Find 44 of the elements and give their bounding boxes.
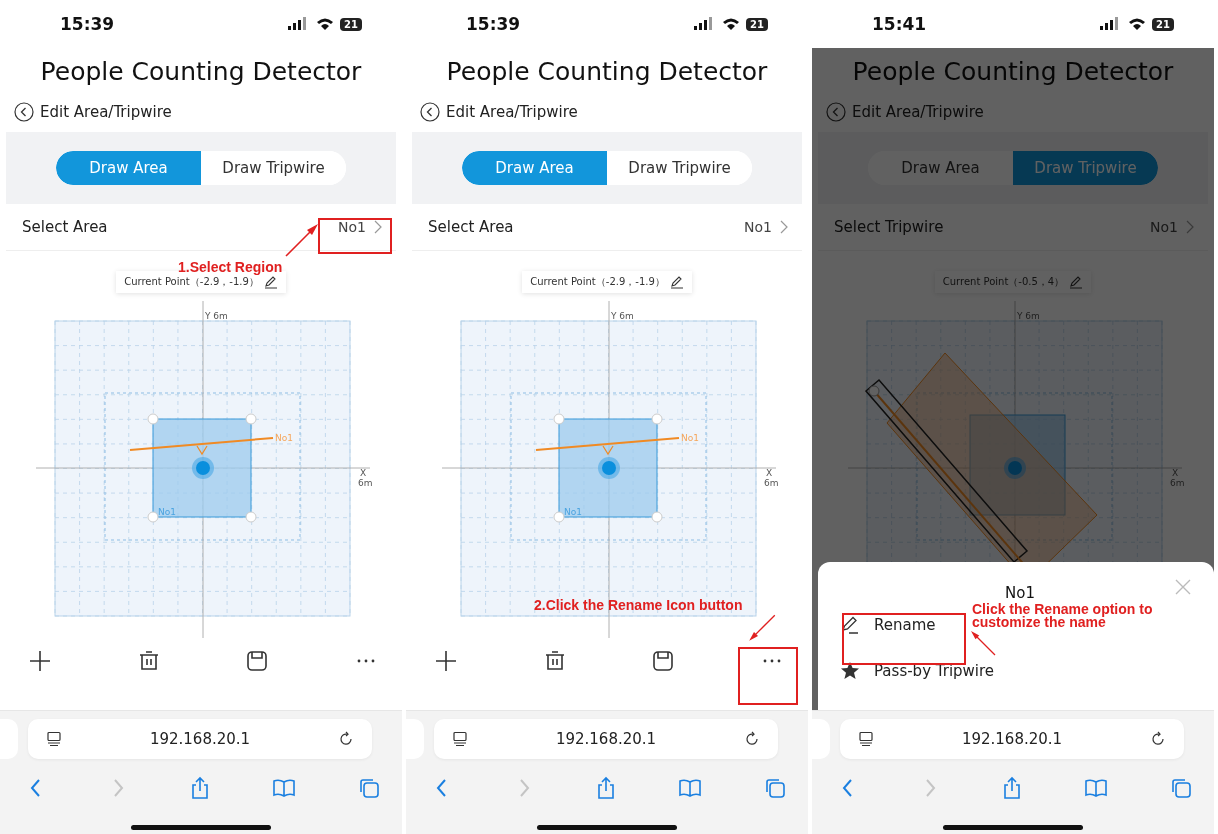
- current-point-text: Current Point（-0.5，4）: [942, 275, 1065, 289]
- x-axis-label: X: [360, 468, 367, 478]
- x-axis-label: X: [1172, 468, 1179, 478]
- page-title: People Counting Detector: [445, 56, 769, 88]
- select-label: Select Area: [22, 218, 108, 236]
- status-time: 15:39: [466, 14, 521, 34]
- tripwire-label: No1: [275, 433, 293, 443]
- status-time: 15:39: [60, 14, 115, 34]
- back-link[interactable]: Edit Area/Tripwire: [40, 103, 172, 121]
- battery-level: 21: [746, 17, 768, 31]
- x-axis-unit: 6m: [1170, 478, 1185, 488]
- battery-level: 21: [340, 17, 362, 31]
- page-title: People Counting Detector: [39, 56, 363, 88]
- battery-level: 21: [1152, 17, 1174, 31]
- url-text: 192.168.20.1: [555, 730, 657, 748]
- menu-item[interactable]: Rename: [874, 616, 936, 634]
- address-bar[interactable]: 192.168.20.1: [840, 719, 1184, 759]
- back-link[interactable]: Edit Area/Tripwire: [446, 103, 578, 121]
- x-axis-label: X: [766, 468, 773, 478]
- y-axis-label: Y 6m: [205, 311, 228, 321]
- select-label: Select Tripwire: [834, 218, 944, 236]
- annotation-text: 1.Select Region: [178, 261, 283, 274]
- sheet-title: No1: [1005, 584, 1035, 602]
- address-bar[interactable]: 192.168.20.1: [434, 719, 778, 759]
- url-text: 192.168.20.1: [961, 730, 1063, 748]
- x-axis-unit: 6m: [358, 478, 373, 488]
- address-bar[interactable]: 192.168.20.1: [28, 719, 372, 759]
- area-label: No1: [564, 507, 582, 517]
- select-value[interactable]: No1: [740, 217, 776, 237]
- page-title: People Counting Detector: [851, 56, 1175, 88]
- url-text: 192.168.20.1: [149, 730, 251, 748]
- y-axis-label: Y 6m: [1017, 311, 1040, 321]
- current-point-text: Current Point（-2.9，-1.9）: [530, 275, 665, 289]
- select-value[interactable]: No1: [334, 217, 370, 237]
- x-axis-unit: 6m: [764, 478, 779, 488]
- status-time: 15:41: [872, 14, 927, 34]
- annotation-text: Click the Rename option to customize the name: [972, 603, 1154, 629]
- menu-item[interactable]: Pass-by Tripwire: [874, 662, 995, 680]
- current-point-text: Current Point（-2.9，-1.9）: [124, 275, 259, 289]
- area-label: No1: [158, 507, 176, 517]
- select-label: Select Area: [428, 218, 514, 236]
- tripwire-label: No1: [681, 433, 699, 443]
- y-axis-label: Y 6m: [611, 311, 634, 321]
- annotation-text: 2.Click the Rename Icon button: [534, 599, 743, 612]
